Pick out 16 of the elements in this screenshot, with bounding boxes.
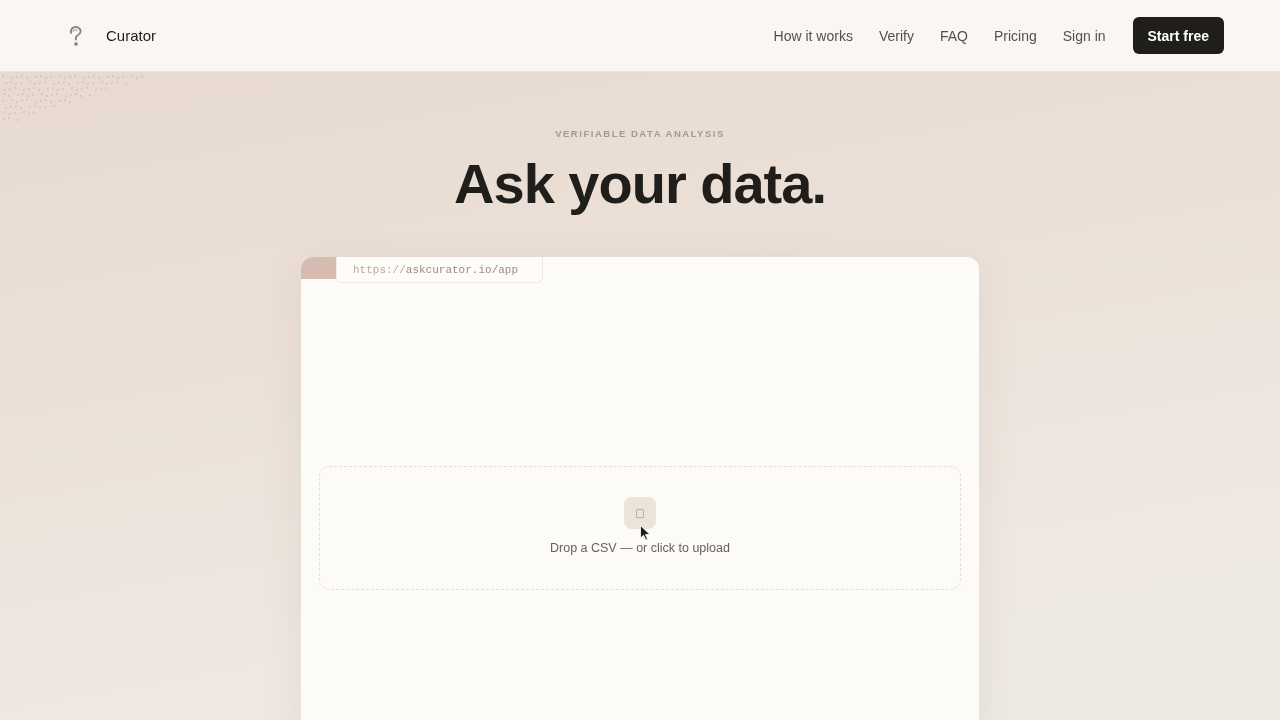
eyebrow-text: VERIFIABLE DATA ANALYSIS — [555, 128, 725, 139]
drop-zone[interactable]: Drop a CSV — or click to upload — [319, 466, 961, 590]
cursor-icon — [640, 525, 651, 541]
square-icon — [624, 497, 656, 529]
brand-name: Curator — [106, 27, 157, 44]
corner-block — [301, 257, 336, 279]
nav-link[interactable]: How it works — [773, 27, 853, 44]
nav-link[interactable]: FAQ — [939, 27, 968, 44]
address-bar: https://askcurator.io/app — [336, 257, 543, 283]
start-button[interactable]: Start free — [1132, 17, 1224, 54]
hero-title: Ask your data. — [454, 151, 826, 217]
nav-link[interactable]: Verify — [878, 27, 914, 44]
drop-label: Drop a CSV — or click to upload — [550, 541, 730, 555]
nav-link[interactable]: Sign in — [1062, 27, 1106, 44]
nav-link[interactable]: Pricing — [993, 27, 1037, 44]
logo-icon — [68, 24, 84, 47]
